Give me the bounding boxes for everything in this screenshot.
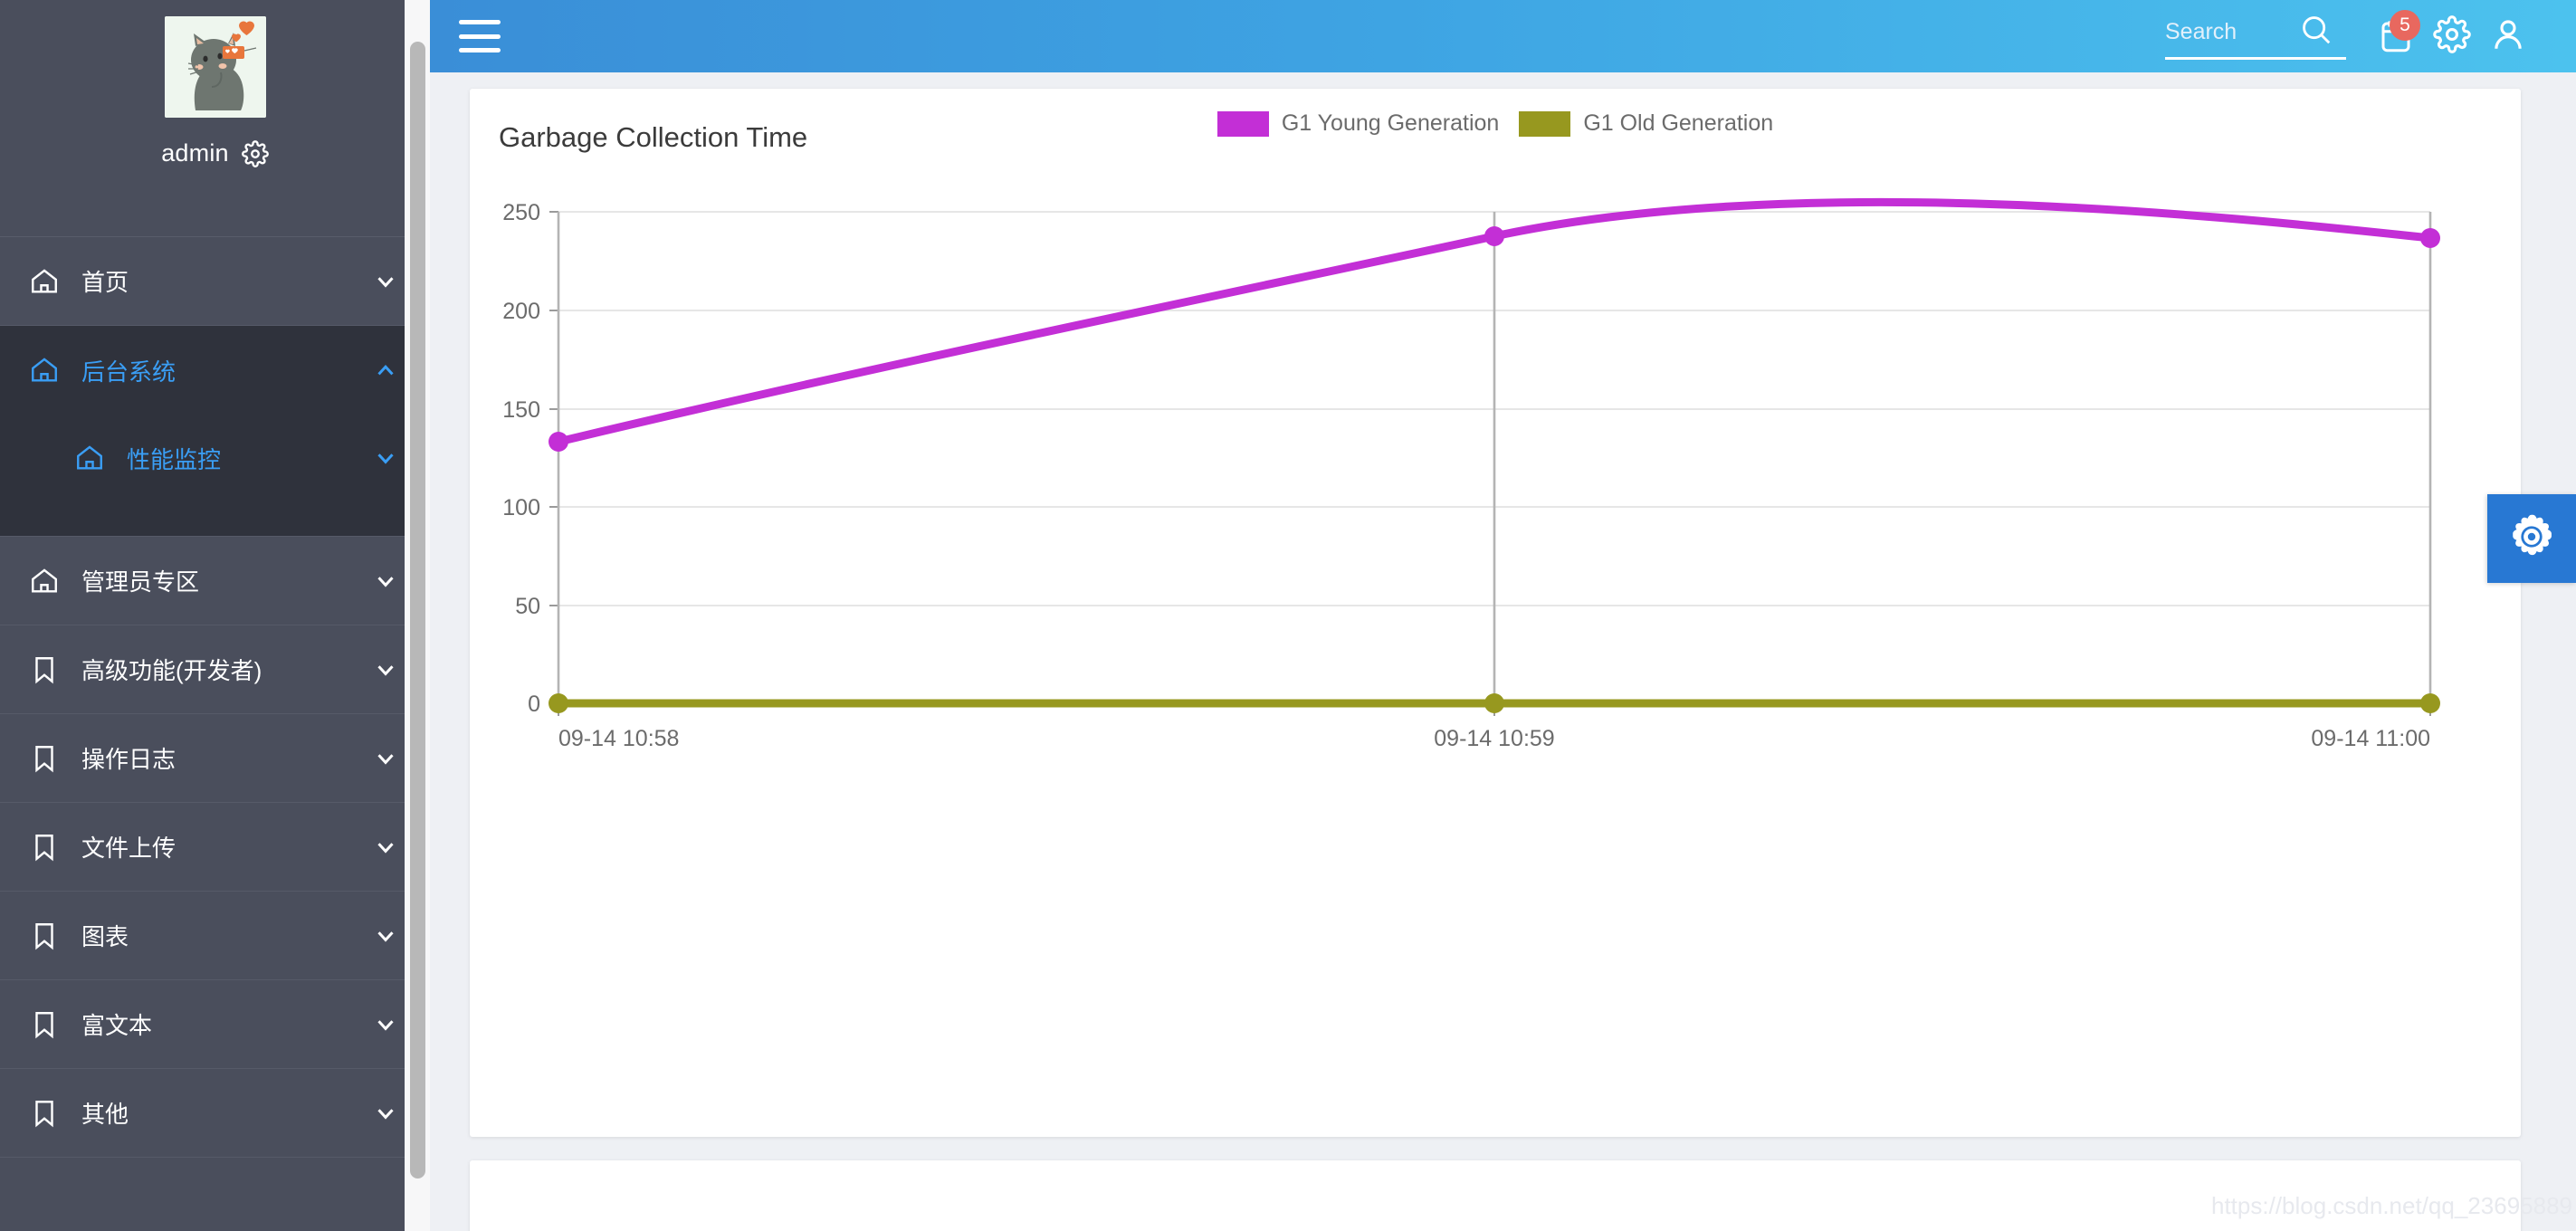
sidebar-item-label: 高级功能(开发者) — [81, 657, 262, 684]
sidebar-item-other[interactable]: 其他 — [0, 1069, 430, 1158]
secondary-card — [470, 1160, 2521, 1231]
bookmark-icon — [29, 1098, 60, 1129]
svg-text:150: 150 — [502, 397, 540, 423]
bookmark-icon — [29, 921, 60, 951]
profile-username: admin — [161, 139, 229, 167]
home-icon — [29, 266, 60, 297]
sidebar-item-performance-monitor[interactable]: 性能监控 — [0, 415, 430, 501]
notification-badge: 5 — [2390, 10, 2420, 41]
floating-settings-button[interactable] — [2487, 494, 2576, 583]
app-root: admin 首页 后台系统 性能监控 管理员专区 高级功能(开发者) 操作日志 … — [0, 0, 2576, 1231]
chevron-down-icon[interactable] — [372, 568, 399, 595]
chevron-down-icon[interactable] — [372, 656, 399, 683]
legend-swatch-young — [1216, 110, 1269, 137]
chart-plot: 250 200 150 100 50 0 09-14 10:58 09-14 1… — [470, 159, 2521, 1119]
bookmark-icon — [29, 654, 60, 685]
sidebar-item-backend-system[interactable]: 后台系统 — [0, 326, 430, 415]
chevron-down-icon[interactable] — [372, 922, 399, 949]
legend-label-young: G1 Young Generation — [1281, 110, 1500, 136]
sidebar-item-label: 图表 — [81, 923, 129, 950]
sidebar-submenu-backend-system: 性能监控 — [0, 415, 430, 537]
gear-icon — [2506, 511, 2557, 567]
legend-swatch-old — [1519, 110, 1571, 137]
search-input[interactable] — [2165, 19, 2299, 45]
chart-y-ticks — [549, 211, 558, 704]
home-icon — [74, 443, 105, 473]
sidebar-item-label: 后台系统 — [81, 358, 177, 386]
gear-icon[interactable] — [241, 139, 269, 167]
gear-icon — [2433, 14, 2471, 58]
user-account-button[interactable] — [2480, 8, 2536, 64]
profile-row[interactable]: admin — [161, 139, 269, 167]
svg-text:100: 100 — [502, 495, 540, 520]
sidebar-item-charts[interactable]: 图表 — [0, 892, 430, 980]
bookmark-icon — [29, 1009, 60, 1040]
legend-item-old[interactable]: G1 Old Generation — [1519, 110, 1773, 137]
chart-x-tick-labels: 09-14 10:58 09-14 10:59 09-14 11:00 — [558, 726, 2430, 751]
chevron-down-icon[interactable] — [372, 834, 399, 861]
legend-item-young[interactable]: G1 Young Generation — [1216, 110, 1500, 137]
sidebar-item-file-upload[interactable]: 文件上传 — [0, 803, 430, 892]
bookmark-icon — [29, 743, 60, 774]
svg-text:09-14 10:58: 09-14 10:58 — [558, 726, 679, 751]
svg-text:0: 0 — [528, 692, 540, 717]
chevron-down-icon[interactable] — [372, 1100, 399, 1127]
notifications-button[interactable]: 5 — [2368, 8, 2424, 64]
search-icon[interactable] — [2299, 13, 2333, 52]
sidebar-menu: 首页 后台系统 性能监控 管理员专区 高级功能(开发者) 操作日志 文件上传 图… — [0, 237, 430, 1158]
sidebar-item-home[interactable]: 首页 — [0, 237, 430, 326]
sidebar-item-label: 性能监控 — [127, 445, 222, 473]
sidebar-item-label: 操作日志 — [81, 746, 177, 773]
chevron-down-icon[interactable] — [372, 268, 399, 295]
sidebar-item-admin-zone[interactable]: 管理员专区 — [0, 537, 430, 625]
svg-text:250: 250 — [502, 200, 540, 225]
home-icon — [29, 566, 60, 596]
avatar — [164, 16, 266, 118]
sidebar-profile: admin — [0, 0, 430, 237]
sidebar-item-label: 富文本 — [81, 1012, 153, 1039]
chevron-down-icon[interactable] — [372, 745, 399, 772]
chart-card: Garbage Collection Time G1 Young Generat… — [470, 89, 2521, 1137]
sidebar-item-label: 管理员专区 — [81, 568, 200, 596]
chevron-down-icon[interactable] — [372, 444, 399, 472]
topbar-settings-button[interactable] — [2424, 8, 2480, 64]
svg-text:09-14 10:59: 09-14 10:59 — [1434, 726, 1554, 751]
hamburger-icon[interactable] — [459, 20, 501, 52]
sidebar-item-operation-log[interactable]: 操作日志 — [0, 714, 430, 803]
sidebar-scrollbar[interactable] — [405, 0, 430, 1231]
topbar: 5 — [430, 0, 2576, 72]
user-icon — [2489, 15, 2527, 58]
legend-label-old: G1 Old Generation — [1583, 110, 1774, 136]
search-box[interactable] — [2165, 13, 2346, 60]
sidebar-item-label: 首页 — [81, 269, 129, 296]
chevron-down-icon[interactable] — [372, 1011, 399, 1038]
sidebar-item-rich-text[interactable]: 富文本 — [0, 980, 430, 1069]
sidebar: admin 首页 后台系统 性能监控 管理员专区 高级功能(开发者) 操作日志 … — [0, 0, 430, 1231]
chart-y-tick-labels: 250 200 150 100 50 0 — [502, 200, 540, 717]
svg-text:200: 200 — [502, 299, 540, 324]
chevron-up-icon[interactable] — [372, 357, 399, 384]
main-content: 5 — [430, 0, 2576, 1231]
svg-text:09-14 11:00: 09-14 11:00 — [2311, 726, 2430, 751]
sidebar-item-label: 文件上传 — [81, 835, 177, 862]
sidebar-item-advanced-features[interactable]: 高级功能(开发者) — [0, 625, 430, 714]
chart-legend: G1 Young Generation G1 Old Generation — [470, 110, 2521, 137]
home-icon — [29, 355, 60, 386]
svg-text:50: 50 — [515, 594, 540, 619]
topbar-actions: 5 — [2165, 8, 2536, 64]
chart-x-gridlines — [557, 212, 2432, 703]
sidebar-item-label: 其他 — [81, 1101, 129, 1128]
bookmark-icon — [29, 832, 60, 863]
sidebar-scrollbar-thumb[interactable] — [410, 42, 425, 1179]
